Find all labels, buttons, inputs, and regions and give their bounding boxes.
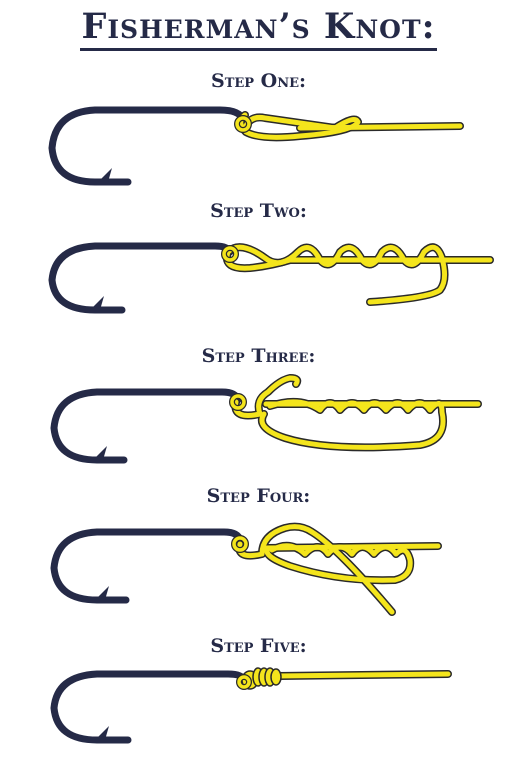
step-two-label: Step Two:: [210, 200, 307, 222]
step-one-illustration: [48, 106, 464, 186]
step-three-label: Step Three:: [201, 345, 316, 367]
step-five-illustration: [50, 667, 452, 744]
hook-icon: [48, 242, 234, 314]
step-three-illustration: [50, 374, 482, 464]
fishing-line: [223, 243, 494, 306]
fishing-line: [236, 111, 464, 142]
step-five-label: Step Five:: [210, 635, 307, 657]
hook-icon: [48, 106, 247, 186]
step-four-label: Step Four:: [206, 485, 311, 507]
step-two-illustration: [48, 242, 494, 314]
step-four-illustration: [50, 522, 442, 616]
fishing-line: [241, 667, 452, 690]
fishing-line: [235, 522, 442, 616]
step-one-label: Step One:: [210, 70, 307, 92]
hook-icon: [50, 528, 244, 604]
diagram-title: Fisherman’s Knot:: [0, 6, 517, 51]
hook-icon: [50, 388, 242, 464]
hook-icon: [50, 670, 248, 744]
fishing-line: [231, 374, 482, 452]
